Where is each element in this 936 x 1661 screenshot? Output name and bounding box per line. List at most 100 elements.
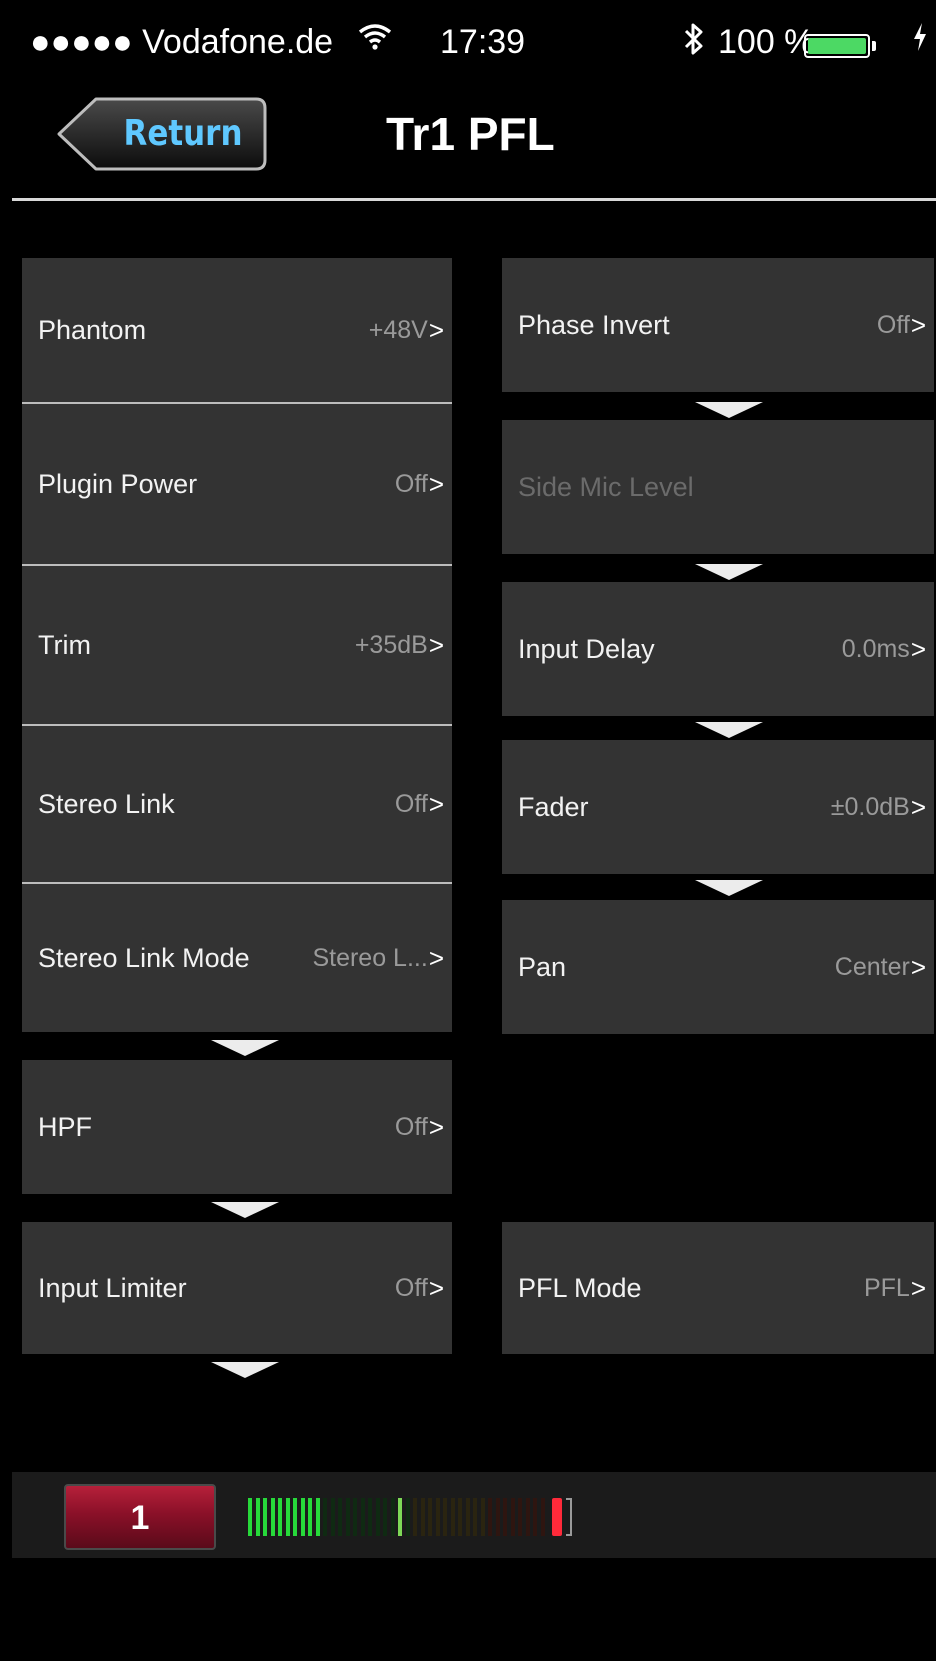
meter-segment <box>368 1498 372 1536</box>
meter-segment <box>330 1498 335 1536</box>
meter-segment <box>375 1498 380 1536</box>
setting-label: Phantom <box>38 314 147 345</box>
setting-stereo-link-mode[interactable]: Stereo Link Mode Stereo L... > <box>22 884 452 1032</box>
setting-value: Off > <box>394 468 444 499</box>
meter-segment <box>270 1498 275 1536</box>
setting-value: +35dB > <box>354 629 444 660</box>
carrier-label: ●●●●● Vodafone.de <box>30 23 334 61</box>
meter-segment <box>540 1498 545 1536</box>
setting-label: Input Limiter <box>38 1272 187 1303</box>
chevron-right-icon: > <box>910 791 926 822</box>
chevron-right-icon: > <box>428 788 444 819</box>
meter-segment <box>398 1498 402 1536</box>
setting-label: PFL Mode <box>518 1272 642 1303</box>
setting-label: Stereo Link Mode <box>38 942 250 973</box>
chevron-right-icon: > <box>910 633 926 664</box>
clock: 17:39 <box>440 23 526 61</box>
return-label: Return <box>123 113 243 154</box>
meter-segment <box>248 1498 252 1536</box>
chevron-right-icon: > <box>428 468 444 499</box>
meter-segment <box>263 1498 267 1536</box>
channel-label: 1 <box>130 1499 150 1537</box>
chevron-right-icon: > <box>428 1272 444 1303</box>
status-bar: ●●●●● Vodafone.de 17:39 100 % <box>0 0 936 80</box>
setting-stereo-link[interactable]: Stereo Link Off > <box>22 726 452 882</box>
flow-arrow-down-icon <box>211 1040 279 1056</box>
setting-pan[interactable]: Pan Center > <box>502 900 934 1034</box>
chevron-right-icon: > <box>428 629 444 660</box>
meter-segment <box>293 1498 297 1536</box>
page-title: Tr1 PFL <box>386 108 555 160</box>
setting-value: +48V > <box>368 314 444 345</box>
chevron-right-icon: > <box>428 942 444 973</box>
meter-segment <box>390 1498 395 1536</box>
setting-pfl-mode[interactable]: PFL Mode PFL > <box>502 1222 934 1354</box>
meter-segment <box>278 1498 282 1536</box>
battery-percent: 100 % <box>718 23 815 61</box>
meter-segment <box>360 1498 365 1536</box>
setting-label: Pan <box>518 951 567 982</box>
flow-arrow-down-icon <box>695 722 763 738</box>
setting-side-mic-level: Side Mic Level <box>502 420 934 554</box>
setting-phase-invert[interactable]: Phase Invert Off > <box>502 258 934 392</box>
return-button[interactable]: Return <box>56 96 268 172</box>
meter-segment <box>480 1498 485 1536</box>
meter-segment <box>323 1498 327 1536</box>
setting-input-delay[interactable]: Input Delay 0.0ms > <box>502 582 934 716</box>
setting-label: Phase Invert <box>518 309 670 340</box>
meter-segment <box>285 1498 290 1536</box>
setting-value: Off > <box>394 1111 444 1142</box>
bluetooth-icon <box>683 22 705 65</box>
meter-segment <box>255 1498 260 1536</box>
meter-segment <box>465 1498 470 1536</box>
clip-indicator <box>552 1498 562 1536</box>
setting-hpf[interactable]: HPF Off > <box>22 1060 452 1194</box>
meter-segment <box>308 1498 312 1536</box>
meter-segment <box>488 1498 492 1536</box>
meter-segment <box>525 1498 530 1536</box>
meter-segment <box>510 1498 515 1536</box>
meter-end-cap <box>566 1498 572 1536</box>
wifi-icon <box>358 22 392 62</box>
setting-fader[interactable]: Fader ±0.0dB > <box>502 740 934 874</box>
setting-label: Trim <box>38 629 91 660</box>
meter-segment <box>345 1498 350 1536</box>
charging-bolt-icon <box>912 22 928 63</box>
meter-segment <box>443 1498 447 1536</box>
setting-trim[interactable]: Trim +35dB > <box>22 566 452 724</box>
battery-fill <box>808 38 866 54</box>
channel-button[interactable]: 1 <box>64 1484 216 1550</box>
setting-value: Center > <box>834 951 926 982</box>
chevron-right-icon: > <box>910 951 926 982</box>
setting-phantom[interactable]: Phantom +48V > <box>22 258 452 402</box>
setting-value: 0.0ms > <box>841 633 926 664</box>
setting-value: PFL > <box>863 1272 926 1303</box>
meter-segment <box>383 1498 387 1536</box>
meter-segment <box>413 1498 417 1536</box>
chevron-right-icon: > <box>910 1272 926 1303</box>
chevron-right-icon: > <box>910 309 926 340</box>
flow-arrow-down-icon <box>695 402 763 418</box>
setting-value: ±0.0dB > <box>830 791 926 822</box>
setting-value: Off > <box>394 788 444 819</box>
meter-segment <box>533 1498 537 1536</box>
meter-segment <box>300 1498 305 1536</box>
meter-segment <box>338 1498 342 1536</box>
meter-segment <box>473 1498 477 1536</box>
setting-value: Stereo L... > <box>312 942 444 973</box>
setting-label: Plugin Power <box>38 468 198 499</box>
setting-plugin-power[interactable]: Plugin Power Off > <box>22 404 452 564</box>
meter-segment <box>405 1498 410 1536</box>
setting-input-limiter[interactable]: Input Limiter Off > <box>22 1222 452 1354</box>
flow-arrow-down-icon <box>695 880 763 896</box>
meter-segment <box>420 1498 425 1536</box>
meter-segment <box>503 1498 507 1536</box>
setting-label: HPF <box>38 1111 92 1142</box>
meter-segment <box>458 1498 462 1536</box>
meter-segment <box>450 1498 455 1536</box>
flow-arrow-down-icon <box>211 1362 279 1378</box>
meter-segment <box>315 1498 320 1536</box>
chevron-right-icon: > <box>428 314 444 345</box>
meter-segment <box>518 1498 522 1536</box>
flow-arrow-down-icon <box>211 1202 279 1218</box>
